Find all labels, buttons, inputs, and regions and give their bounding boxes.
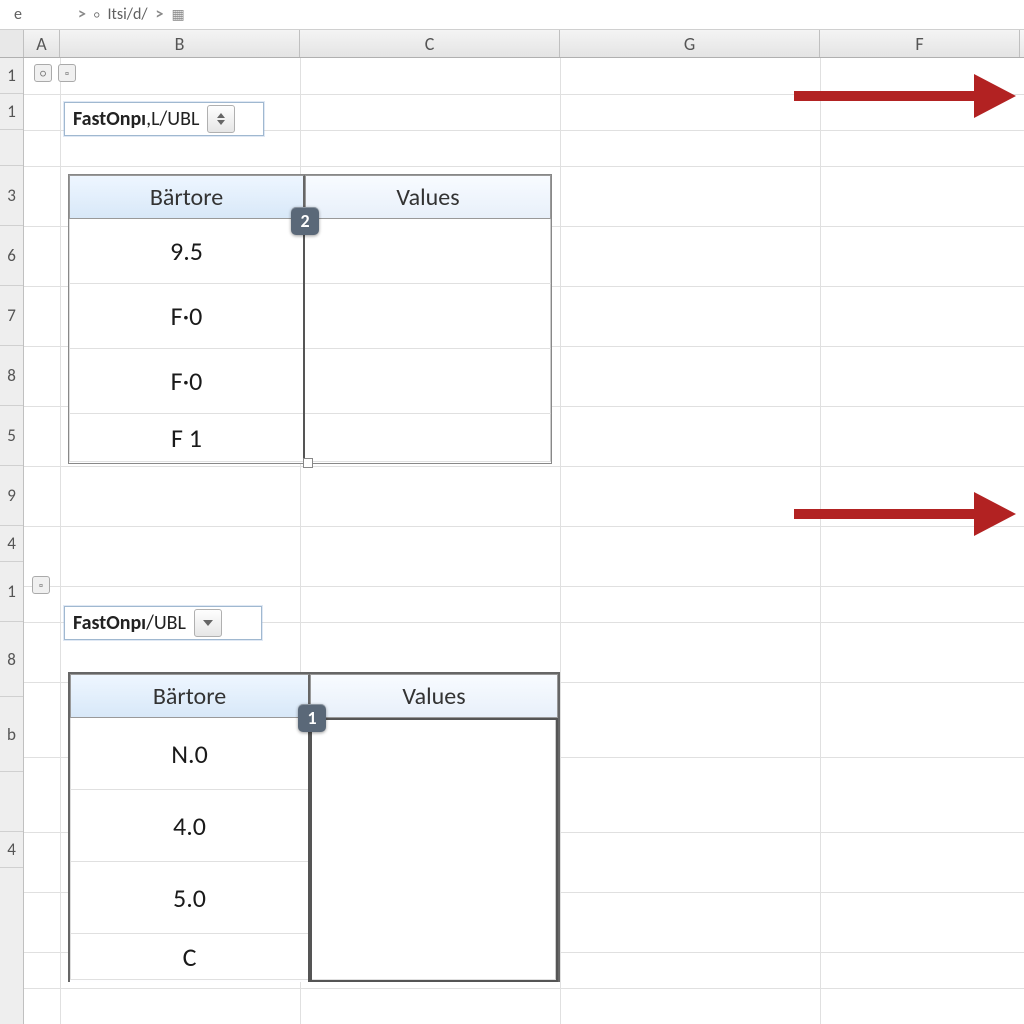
column-header-F[interactable]: F [820, 30, 1020, 57]
row-header[interactable] [0, 772, 23, 832]
breadcrumb-letter: e [14, 5, 22, 24]
column-header-A[interactable]: A [24, 30, 60, 57]
dropdown-label: FastOnpı/UBL [65, 611, 194, 635]
data-table-2[interactable]: Bärtore Values N.0 4.0 5.0 C 1 [68, 672, 560, 982]
table-cell[interactable] [305, 349, 551, 414]
row-header[interactable]: 3 [0, 166, 23, 226]
chevron-right-icon: > [156, 5, 164, 24]
row-header[interactable]: 6 [0, 226, 23, 286]
table-cell[interactable]: F·0 [69, 349, 303, 414]
row-header[interactable]: 4 [0, 832, 23, 868]
table-header-cell[interactable]: Values [305, 175, 551, 219]
breadcrumb: e > ○ Itsi/d/ > ▦ [0, 0, 1024, 30]
column-headers: A B C G F [0, 30, 1024, 58]
data-table-1[interactable]: Bärtore Values 9.5 F·0 F·0 F 1 2 [68, 174, 552, 464]
breadcrumb-item[interactable]: Itsi/d/ [107, 5, 147, 24]
chevron-right-icon: > [78, 5, 86, 24]
table-cell[interactable] [305, 414, 551, 462]
row-header[interactable]: 5 [0, 406, 23, 466]
table-header-cell[interactable]: Bärtore [69, 175, 305, 219]
row-headers: 1 1 3 6 7 8 5 9 4 1 8 b 4 [0, 58, 24, 1024]
corner-cell[interactable] [0, 30, 24, 57]
table-cell[interactable]: F·0 [69, 284, 303, 349]
column-header-G[interactable]: G [560, 30, 820, 57]
grid-icon[interactable]: ▦ [172, 6, 185, 23]
group-toggle-icon[interactable]: ○ [34, 64, 52, 82]
dropdown-2[interactable]: FastOnpı/UBL [64, 606, 262, 640]
table-cell[interactable]: 9.5 [69, 219, 303, 284]
table-cell[interactable] [305, 219, 551, 284]
row-header[interactable] [0, 130, 23, 166]
spreadsheet-grid[interactable]: 1 1 3 6 7 8 5 9 4 1 8 b 4 [0, 58, 1024, 1024]
table-cell[interactable]: N.0 [70, 718, 308, 790]
row-header[interactable]: 1 [0, 58, 23, 94]
expand-icon[interactable]: ▫ [58, 64, 76, 82]
table-cell[interactable] [312, 720, 556, 980]
table-cell[interactable]: F 1 [69, 414, 303, 462]
arrow-annotation-icon [794, 502, 1016, 526]
table-cell[interactable] [305, 284, 551, 349]
row-header[interactable]: b [0, 697, 23, 772]
step-badge: 2 [291, 207, 319, 235]
table-header-cell[interactable]: Bärtore [70, 674, 310, 718]
table-header-cell[interactable]: Values [310, 674, 558, 718]
arrow-annotation-icon [794, 84, 1016, 108]
row-header[interactable]: 8 [0, 622, 23, 697]
breadcrumb-dot-icon: ○ [94, 8, 100, 21]
spinner-icon[interactable] [207, 105, 235, 133]
row-header[interactable]: 1 [0, 94, 23, 130]
row-header[interactable]: 9 [0, 466, 23, 526]
dropdown-label: FastOnpı,L/UBL [65, 107, 207, 131]
table-cell[interactable]: 4.0 [70, 790, 308, 862]
row-header[interactable]: 7 [0, 286, 23, 346]
resize-handle[interactable] [303, 458, 313, 468]
group-toggle-icon[interactable]: ▫ [32, 576, 50, 594]
row-header[interactable]: 1 [0, 562, 23, 622]
column-header-C[interactable]: C [300, 30, 560, 57]
step-badge: 1 [298, 704, 326, 732]
column-header-B[interactable]: B [60, 30, 300, 57]
row-header[interactable]: 4 [0, 526, 23, 562]
table-cell[interactable]: 5.0 [70, 862, 308, 934]
dropdown-1[interactable]: FastOnpı,L/UBL [64, 102, 264, 136]
row-header[interactable]: 8 [0, 346, 23, 406]
dropdown-caret-icon[interactable] [194, 609, 222, 637]
table-cell[interactable]: C [70, 934, 308, 980]
